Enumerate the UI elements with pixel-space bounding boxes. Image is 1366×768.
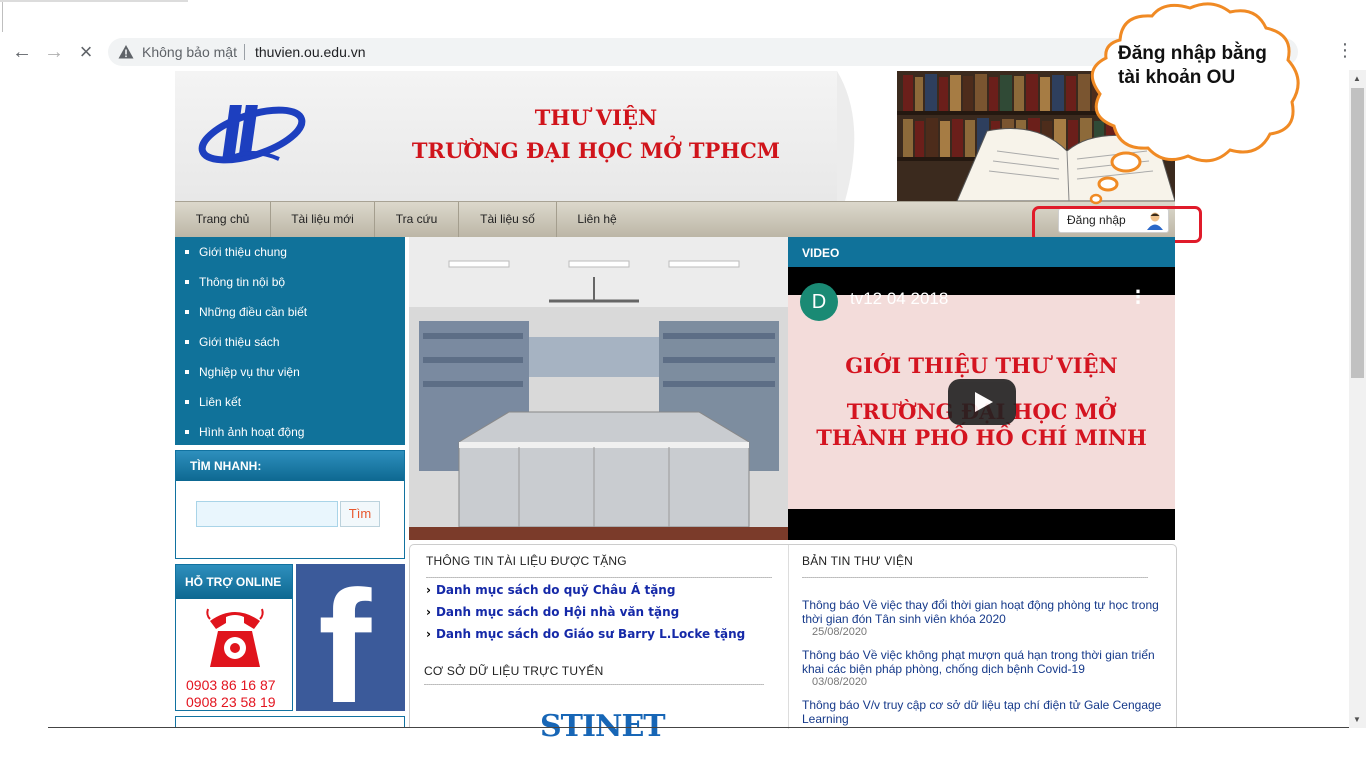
page-scrollbar[interactable]: ▲ ▼ [1349, 70, 1366, 728]
title-line2: TRƯỜNG ĐẠI HỌC MỞ TPHCM [411, 138, 781, 163]
sidebar-item-links[interactable]: Liên kết [175, 387, 405, 417]
facebook-icon: f [318, 564, 372, 712]
nav-search[interactable]: Tra cứu [375, 202, 459, 238]
main-navigation: Trang chủ Tài liệu mới Tra cứu Tài liệu … [175, 201, 1175, 238]
omnibox-separator [244, 44, 245, 60]
databases-title: CƠ SỞ DỮ LIỆU TRỰC TUYẾN [424, 664, 604, 678]
quick-search-panel: TÌM NHANH: Tìm [175, 450, 405, 559]
url-text[interactable]: thuvien.ou.edu.vn [255, 44, 366, 60]
quick-search-button[interactable]: Tìm [340, 501, 380, 527]
donation-link-writers-association[interactable]: Danh mục sách do Hội nhà văn tặng [426, 605, 679, 619]
active-tab-indicator [0, 0, 188, 2]
nav-contact[interactable]: Liên hệ [557, 202, 637, 238]
warning-icon [118, 45, 134, 59]
forward-arrow-icon[interactable]: → [40, 38, 68, 66]
video-title[interactable]: tv12 04 2018 [850, 289, 948, 309]
video-player[interactable]: GIỚI THIỆU THƯ VIỆN TRƯỜNG ĐẠI HỌC MỞ TH… [788, 267, 1175, 540]
donations-title: THÔNG TIN TÀI LIỆU ĐƯỢC TẶNG [426, 554, 627, 568]
nav-home[interactable]: Trang chủ [175, 202, 271, 238]
callout-text: Đăng nhập bằng tài khoản OU [1118, 43, 1267, 88]
play-button-icon[interactable] [948, 379, 1016, 425]
back-arrow-icon[interactable]: ← [8, 38, 36, 66]
news-rule [802, 577, 1148, 578]
stop-loading-icon[interactable]: × [72, 38, 100, 66]
library-title: THƯ VIỆN TRƯỜNG ĐẠI HỌC MỞ TPHCM [412, 101, 780, 167]
quick-search-title: TÌM NHANH: [176, 451, 404, 481]
callout-cloud [1089, 2, 1300, 205]
databases-rule [424, 684, 764, 685]
news-date-2: 03/08/2020 [812, 676, 868, 688]
viewport-bottom-line [48, 727, 1349, 728]
news-date-1: 25/08/2020 [812, 626, 868, 638]
title-line1: THƯ VIỆN [534, 105, 658, 130]
library-interior-photo [409, 237, 788, 540]
tab-edge [2, 2, 3, 32]
sidebar-item-book-intro[interactable]: Giới thiệu sách [175, 327, 405, 357]
scroll-down-icon[interactable]: ▼ [1353, 715, 1361, 724]
column-divider [788, 545, 789, 729]
news-title: BẢN TIN THƯ VIỆN [802, 554, 914, 568]
donations-rule [426, 577, 772, 578]
support-phone-1: 0903 86 16 87 [186, 677, 276, 693]
video-overlay-line1: GIỚI THIỆU THƯ VIỆN [845, 353, 1118, 378]
nav-digital-documents[interactable]: Tài liệu số [459, 202, 557, 238]
video-panel: VIDEO GIỚI THIỆU THƯ VIỆN TRƯỜNG ĐẠI HỌC… [788, 237, 1175, 540]
sidebar-item-activity-photos[interactable]: Hình ảnh hoạt động [175, 417, 405, 447]
sidebar-item-general-intro[interactable]: Giới thiệu chung [175, 237, 405, 267]
nav-new-documents[interactable]: Tài liệu mới [271, 202, 375, 238]
support-phone-2: 0908 23 58 19 [186, 694, 276, 710]
news-item-covid[interactable]: Thông báo Về việc không phạt mượn quá hạ… [802, 648, 1164, 676]
video-more-icon[interactable]: ⋮ [1129, 287, 1147, 308]
sidebar-menu: Giới thiệu chung Thông tin nội bộ Những … [175, 237, 405, 445]
quick-search-input[interactable] [196, 501, 338, 527]
sidebar-item-library-operations[interactable]: Nghiệp vụ thư viện [175, 357, 405, 387]
scroll-up-icon[interactable]: ▲ [1353, 74, 1361, 83]
donation-link-asia-foundation[interactable]: Danh mục sách do quỹ Châu Á tặng [426, 583, 675, 597]
online-support-panel: HỖ TRỢ ONLINE 0903 86 16 87 0908 23 58 1… [175, 564, 293, 711]
sidebar-item-internal-info[interactable]: Thông tin nội bộ [175, 267, 405, 297]
sidebar-item-things-to-know[interactable]: Những điều cần biết [175, 297, 405, 327]
scroll-thumb[interactable] [1351, 88, 1364, 378]
lower-content: THÔNG TIN TÀI LIỆU ĐƯỢC TẶNG Danh mục sá… [409, 544, 1177, 744]
online-support-title: HỖ TRỢ ONLINE [176, 565, 292, 599]
site-header: THƯ VIỆN TRƯỜNG ĐẠI HỌC MỞ TPHCM [175, 71, 1175, 201]
telephone-icon [206, 608, 264, 667]
channel-avatar[interactable]: D [800, 283, 838, 321]
browser-menu-icon[interactable]: ⋮ [1336, 40, 1354, 61]
facebook-link[interactable]: f [296, 564, 405, 711]
security-label[interactable]: Không bảo mật [142, 44, 237, 60]
video-overlay-line3: THÀNH PHỐ HỒ CHÍ MINH [816, 425, 1147, 450]
video-panel-title: VIDEO [788, 237, 1175, 267]
news-item-gale[interactable]: Thông báo V/v truy cập cơ sở dữ liệu tạp… [802, 698, 1164, 726]
news-item-study-room[interactable]: Thông báo Về việc thay đổi thời gian hoạ… [802, 598, 1164, 626]
donation-link-barry-locke[interactable]: Danh mục sách do Giáo sư Barry L.Locke t… [426, 627, 745, 641]
university-logo[interactable] [197, 97, 307, 171]
